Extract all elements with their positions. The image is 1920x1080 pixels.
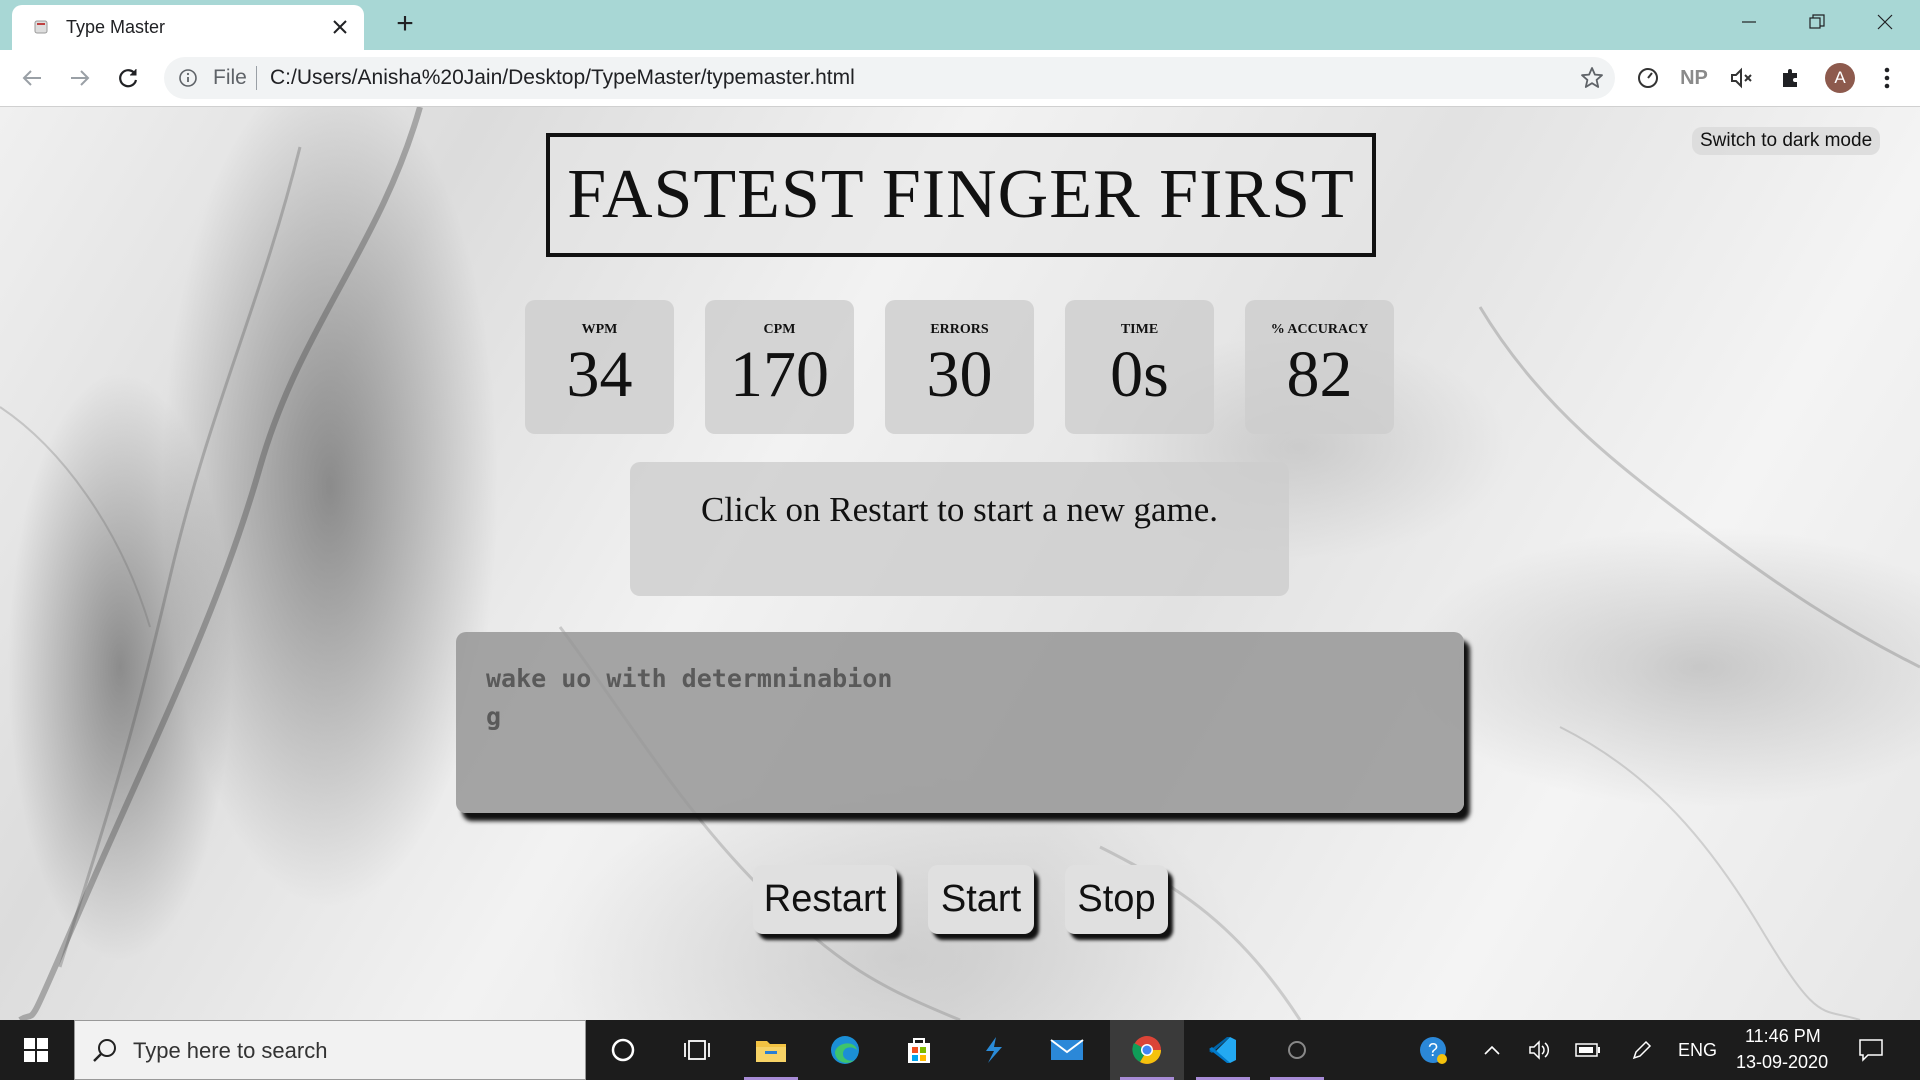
instruction-message: Click on Restart to start a new game. (630, 462, 1289, 596)
clock-time[interactable]: 11:46 PM (1745, 1026, 1821, 1047)
typing-input-area[interactable]: wake uo with determninabion g (456, 632, 1464, 813)
mail-icon[interactable] (1030, 1020, 1104, 1080)
stat-label: ERRORS (930, 322, 989, 337)
close-window-button[interactable] (1850, 0, 1920, 44)
stat-card-cpm: CPM 170 (705, 300, 854, 434)
browser-toolbar: File C:/Users/Anisha%20Jain/Desktop/Type… (0, 50, 1920, 107)
restart-button[interactable]: Restart (753, 865, 897, 934)
stat-value: 34 (566, 338, 633, 411)
forward-button[interactable] (64, 62, 96, 94)
windows-start-button[interactable] (0, 1020, 72, 1080)
volume-icon[interactable] (1518, 1020, 1562, 1080)
tab-close-icon[interactable] (328, 15, 352, 39)
stat-label: WPM (581, 322, 618, 337)
address-scheme-label: File (213, 66, 247, 89)
page-favicon-icon (34, 20, 48, 34)
extension-mute-icon[interactable] (1726, 62, 1758, 94)
search-icon (93, 1039, 116, 1062)
visual-studio-app-icon[interactable] (956, 1020, 1030, 1080)
edge-browser-icon[interactable] (808, 1020, 882, 1080)
stat-card-accuracy: % ACCURACY 82 (1245, 300, 1394, 434)
chevron-up-icon[interactable] (1470, 1020, 1514, 1080)
stat-label: CPM (763, 322, 796, 337)
restore-icon (1809, 14, 1825, 29)
close-icon (1877, 14, 1893, 30)
back-button[interactable] (16, 62, 48, 94)
search-placeholder: Type here to search (133, 1038, 328, 1063)
page-title: FASTEST FINGER FIRST (567, 156, 1355, 233)
svg-text:?: ? (1428, 1040, 1438, 1060)
extensions-puzzle-icon[interactable] (1774, 62, 1806, 94)
file-explorer-icon[interactable] (734, 1020, 808, 1080)
dark-mode-toggle-button[interactable]: Switch to dark mode (1692, 127, 1881, 155)
clock-date[interactable]: 13-09-2020 (1736, 1052, 1828, 1073)
address-url-text[interactable]: C:/Users/Anisha%20Jain/Desktop/TypeMaste… (270, 66, 855, 90)
notification-center-icon[interactable] (1846, 1020, 1896, 1080)
new-tab-button[interactable]: + (390, 9, 420, 41)
task-view-icon[interactable] (660, 1020, 734, 1080)
game-title-banner: FASTEST FINGER FIRST (546, 133, 1376, 257)
stat-value: 82 (1286, 338, 1353, 411)
stat-value: 0s (1110, 338, 1169, 411)
language-indicator[interactable]: ENG (1678, 1040, 1717, 1061)
windows-taskbar: Type here to search ? ENG 11:46 PM 13-09… (0, 1020, 1920, 1080)
browser-tab-strip: Type Master + (0, 0, 1920, 50)
tab-title: Type Master (66, 17, 166, 37)
start-button[interactable]: Start (928, 865, 1034, 934)
stat-label: TIME (1120, 322, 1159, 337)
reload-button[interactable] (112, 62, 144, 94)
stat-card-time: TIME 0s (1065, 300, 1214, 434)
typing-game-page: Switch to dark mode FASTEST FINGER FIRST… (0, 107, 1920, 1020)
taskbar-search-box[interactable]: Type here to search (74, 1020, 586, 1080)
stat-value: 30 (926, 338, 993, 411)
stat-label: % ACCURACY (1270, 322, 1369, 337)
browser-tab-active[interactable]: Type Master (12, 5, 364, 50)
pen-workspace-icon[interactable] (1620, 1020, 1664, 1080)
browser-menu-kebab-icon[interactable] (1871, 62, 1903, 94)
cortana-icon[interactable] (586, 1020, 660, 1080)
battery-icon[interactable] (1566, 1020, 1610, 1080)
windows-logo-icon (24, 1038, 48, 1062)
minimize-icon (1742, 21, 1756, 23)
stop-button[interactable]: Stop (1065, 865, 1168, 934)
reload-icon (119, 69, 138, 88)
bookmark-star-icon[interactable] (1579, 65, 1605, 91)
help-icon[interactable]: ? (1408, 1020, 1458, 1080)
extension-speedometer-icon[interactable] (1632, 62, 1664, 94)
address-bar[interactable]: File C:/Users/Anisha%20Jain/Desktop/Type… (164, 57, 1615, 99)
profile-avatar[interactable]: A (1825, 63, 1855, 93)
microsoft-store-icon[interactable] (882, 1020, 956, 1080)
chrome-icon[interactable] (1110, 1020, 1184, 1080)
address-separator (256, 66, 257, 90)
restore-window-button[interactable] (1782, 0, 1852, 44)
site-info-icon[interactable] (178, 68, 198, 88)
stat-value: 170 (730, 338, 829, 411)
extension-np-button[interactable]: NP (1678, 62, 1710, 94)
obs-recorder-icon[interactable] (1260, 1020, 1334, 1080)
stat-card-wpm: WPM 34 (525, 300, 674, 434)
vscode-icon[interactable] (1186, 1020, 1260, 1080)
arrow-left-icon (22, 70, 41, 86)
stat-card-errors: ERRORS 30 (885, 300, 1034, 434)
arrow-right-icon (71, 70, 90, 86)
minimize-window-button[interactable] (1714, 0, 1784, 44)
